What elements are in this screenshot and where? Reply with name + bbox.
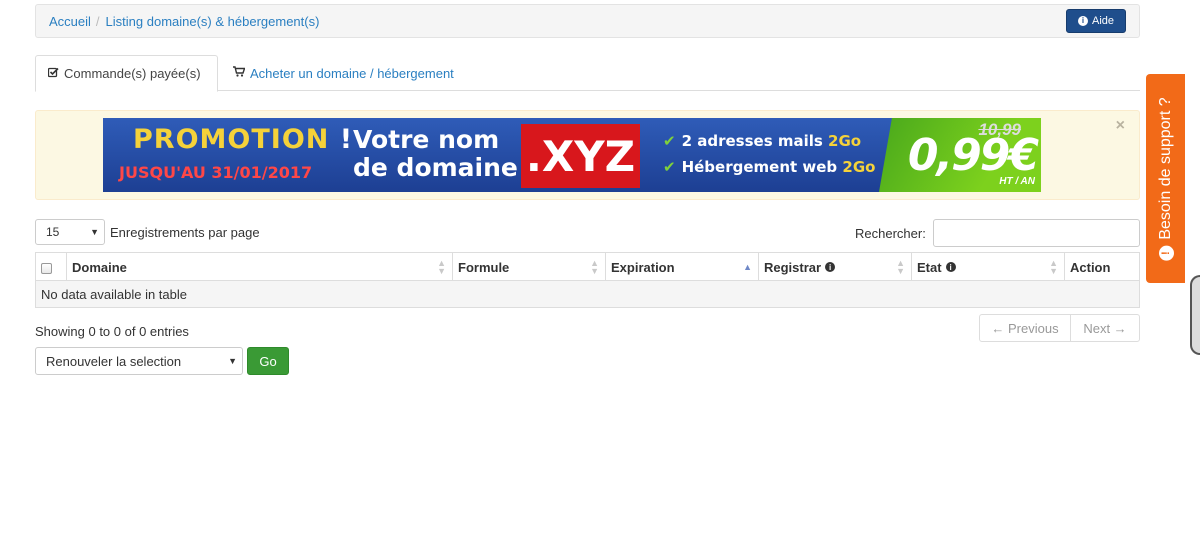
promo-feature-mail: ✔ 2 adresses mails 2Go (663, 132, 862, 150)
sort-icon: ▲ ▼ (896, 258, 905, 276)
check-icon: ✔ (663, 132, 676, 150)
support-tab-content: ! Besoin de support ? (1156, 96, 1175, 261)
page-length-select[interactable]: 15 ▼ (35, 219, 105, 245)
column-action: Action (1064, 253, 1139, 281)
info-icon: i (1077, 16, 1088, 26)
table-info: Showing 0 to 0 of 0 entries (35, 324, 189, 339)
page-length-value: 15 (46, 225, 60, 239)
promo-date: JUSQU'AU 31/01/2017 (119, 163, 313, 182)
sort-icon: ▲ ▼ (437, 258, 446, 276)
previous-page-button[interactable]: ← Previous (980, 315, 1071, 341)
sort-ascending-icon: ▲ (743, 262, 752, 272)
exclamation-icon: ! (1158, 245, 1173, 261)
info-icon: i (825, 262, 836, 272)
bulk-action-select[interactable]: Renouveler la selection ▼ (35, 347, 243, 375)
promo-headline: Votre nom de domaine (353, 125, 518, 182)
promotion-alert: PROMOTION ! JUSQU'AU 31/01/2017 Votre no… (35, 110, 1140, 200)
bulk-action-value: Renouveler la selection (46, 353, 182, 369)
select-all-checkbox[interactable] (41, 263, 52, 274)
support-tab-label: Besoin de support ? (1156, 96, 1174, 240)
tab-paid-orders[interactable]: Commande(s) payée(s) (35, 55, 218, 92)
search-input[interactable] (933, 219, 1140, 247)
tab-paid-orders-label: Commande(s) payée(s) (64, 66, 201, 81)
go-button[interactable]: Go (247, 347, 289, 375)
sort-icon: ▲ ▼ (590, 258, 599, 276)
next-page-button[interactable]: Next → (1071, 315, 1139, 341)
help-button-label: Aide (1091, 15, 1115, 27)
check-square-icon (47, 67, 59, 81)
column-domaine[interactable]: Domaine ▲ ▼ (66, 253, 452, 281)
search-label: Rechercher: (855, 226, 926, 241)
column-etat[interactable]: Etat i ▲ ▼ (911, 253, 1064, 281)
domains-table: Domaine ▲ ▼ Formule ▲ ▼ Expiration ▲ Regis… (35, 252, 1140, 308)
breadcrumb-home-link[interactable]: Accueil (49, 14, 91, 29)
tab-buy-domain-label: Acheter un domaine / hébergement (250, 65, 454, 81)
check-icon: ✔ (663, 158, 676, 176)
cart-icon (233, 66, 246, 80)
column-formule[interactable]: Formule ▲ ▼ (452, 253, 605, 281)
column-expiration[interactable]: Expiration ▲ (605, 253, 758, 281)
caret-down-icon: ▼ (90, 227, 99, 237)
close-icon[interactable]: × (1116, 117, 1125, 135)
breadcrumb: Accueil / Listing domaine(s) & hébergeme… (35, 4, 1140, 38)
sort-icon: ▲ ▼ (1049, 258, 1058, 276)
info-icon: i (945, 262, 956, 272)
breadcrumb-current-link[interactable]: Listing domaine(s) & hébergement(s) (106, 14, 320, 29)
table-empty-row: No data available in table (36, 281, 1139, 307)
promo-title: PROMOTION ! (133, 124, 354, 155)
help-button[interactable]: i Aide (1066, 9, 1126, 33)
page-length-label: Enregistrements par page (110, 225, 260, 240)
promo-feature-hosting: ✔ Hébergement web 2Go (663, 158, 876, 176)
promo-price-box: 10,99 0,99€ HT / AN (879, 118, 1041, 192)
column-registrar[interactable]: Registrar i ▲ ▼ (758, 253, 911, 281)
caret-down-icon: ▼ (228, 356, 237, 366)
tab-bar: Commande(s) payée(s) Acheter un domaine … (35, 55, 1140, 92)
breadcrumb-separator: / (95, 13, 100, 29)
promo-price: 0,99€ (907, 130, 1039, 181)
tab-buy-domain[interactable]: Acheter un domaine / hébergement (221, 55, 466, 91)
scroll-handle[interactable] (1190, 275, 1200, 355)
promo-tld: .XYZ (521, 124, 640, 188)
support-tab[interactable]: ! Besoin de support ? (1146, 74, 1185, 283)
promotion-banner[interactable]: PROMOTION ! JUSQU'AU 31/01/2017 Votre no… (103, 118, 1041, 192)
pagination: ← Previous Next → (979, 314, 1140, 342)
table-header: Domaine ▲ ▼ Formule ▲ ▼ Expiration ▲ Regis… (36, 253, 1139, 281)
promo-price-unit: HT / AN (999, 176, 1035, 187)
